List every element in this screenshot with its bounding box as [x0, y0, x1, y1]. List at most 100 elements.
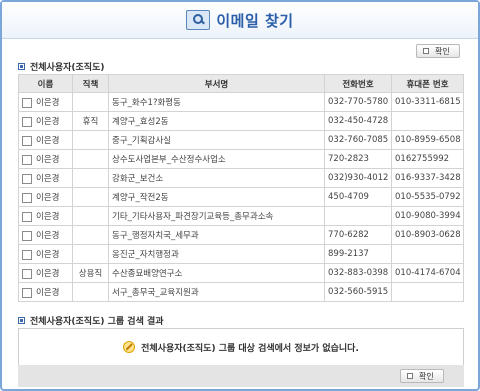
no-result-message-box: 전체사용자(조직도) 그룹 대상 검색에서 정보가 없습니다.: [18, 328, 464, 366]
position-cell: [72, 206, 109, 226]
table-row[interactable]: 이은경 계양구_작전2동 450-4709 010-5535-0792: [18, 187, 464, 207]
mobile-cell: 010-5535-0792: [391, 187, 464, 207]
position-cell: [72, 92, 109, 112]
section-title-users: 전체사용자(조직도): [18, 60, 104, 73]
user-name[interactable]: 이은경: [36, 231, 59, 241]
mobile-cell: 010-8959-6508: [391, 130, 464, 150]
table-row[interactable]: 이은경 동구_행정자치국_세무과 770-6282 010-8903-0628: [18, 225, 464, 245]
col-name-header: 이름: [18, 74, 73, 93]
search-mail-icon: [186, 10, 211, 30]
phone-cell: 032-560-5915: [324, 282, 392, 302]
table-header-row: 이름 직책 부서명 전화번호 휴대폰 번호: [18, 74, 464, 93]
mobile-cell: [391, 282, 464, 302]
mobile-cell: [391, 111, 464, 131]
table-row[interactable]: 이은경 중구_기획감사실 032-760-7085 010-8959-6508: [18, 130, 464, 150]
button-bullet-icon: [423, 48, 429, 54]
row-checkbox[interactable]: [22, 173, 32, 184]
position-cell: [72, 282, 109, 302]
phone-cell: 899-2137: [324, 244, 392, 264]
row-checkbox[interactable]: [22, 230, 32, 241]
user-name[interactable]: 이은경: [36, 269, 59, 279]
dept-cell: 동구_행정자치국_세무과: [108, 225, 325, 245]
row-checkbox[interactable]: [22, 192, 32, 203]
user-name[interactable]: 이은경: [36, 193, 59, 203]
dept-cell: 옹진군_자치행정과: [108, 244, 325, 264]
table-row[interactable]: 이은경 서구_총무국_교육지원과 032-560-5915: [18, 282, 464, 302]
row-checkbox[interactable]: [22, 154, 32, 165]
dept-cell: 수산종묘배양연구소: [108, 263, 325, 283]
row-checkbox[interactable]: [22, 287, 32, 298]
col-phone-header: 전화번호: [324, 74, 392, 93]
dept-cell: 중구_기획감사실: [108, 130, 325, 150]
mobile-cell: 010-9080-3994: [391, 206, 464, 226]
section-bullet-icon: [18, 63, 25, 70]
user-name[interactable]: 이은경: [36, 288, 59, 298]
position-cell: 상용직: [72, 263, 109, 283]
row-checkbox[interactable]: [22, 116, 32, 127]
row-checkbox[interactable]: [22, 249, 32, 260]
confirm-button-label: 확인: [419, 371, 434, 381]
confirm-button-label: 확인: [435, 46, 450, 56]
mobile-cell: [391, 244, 464, 264]
phone-cell: 450-4709: [324, 187, 392, 207]
position-cell: [72, 187, 109, 207]
dept-cell: 계양구_효성2동: [108, 111, 325, 131]
position-cell: [72, 130, 109, 150]
row-checkbox[interactable]: [22, 135, 32, 146]
mobile-cell: 010-4174-6704: [391, 263, 464, 283]
table-row[interactable]: 이은경 기타_기타사용자_파견장기교육등_총무과소속 010-9080-3994: [18, 206, 464, 226]
section-title-text: 전체사용자(조직도): [30, 63, 105, 73]
mobile-cell: 016-9337-3428: [391, 168, 464, 188]
user-name[interactable]: 이은경: [36, 136, 59, 146]
position-cell: 휴직: [72, 111, 109, 131]
phone-cell: 032-883-0398: [324, 263, 392, 283]
user-name[interactable]: 이은경: [36, 117, 59, 127]
confirm-button-top[interactable]: 확인: [416, 44, 460, 58]
dept-cell: 계양구_작전2동: [108, 187, 325, 207]
table-row[interactable]: 이은경 강화군_보건소 032)930-4012 016-9337-3428: [18, 168, 464, 188]
email-search-window: 이메일 찾기 확인 전체사용자(조직도) 이름 직책 부서명 전화번호 휴대폰 …: [0, 0, 480, 391]
footer-bar: [18, 365, 464, 387]
section-title-text: 전체사용자(조직도) 그룹 검색 결과: [30, 317, 164, 327]
table-row[interactable]: 이은경 옹진군_자치행정과 899-2137: [18, 244, 464, 264]
mobile-cell: 010-8903-0628: [391, 225, 464, 245]
user-name[interactable]: 이은경: [36, 174, 59, 184]
phone-cell: 032-450-4728: [324, 111, 392, 131]
table-row[interactable]: 이은경 상용직 수산종묘배양연구소 032-883-0398 010-4174-…: [18, 263, 464, 283]
user-name[interactable]: 이은경: [36, 155, 59, 165]
prohibited-icon: [123, 341, 136, 353]
user-name[interactable]: 이은경: [36, 98, 59, 108]
no-result-message: 전체사용자(조직도) 그룹 대상 검색에서 정보가 없습니다.: [141, 343, 359, 354]
phone-cell: 770-6282: [324, 225, 392, 245]
window-header: 이메일 찾기: [2, 2, 478, 39]
user-name[interactable]: 이은경: [36, 250, 59, 260]
phone-cell: 032-770-5780: [324, 92, 392, 112]
user-table: 이름 직책 부서명 전화번호 휴대폰 번호 이은경 동구_화수1?화평동 032…: [18, 74, 464, 302]
user-name[interactable]: 이은경: [36, 212, 59, 222]
table-row[interactable]: 이은경 동구_화수1?화평동 032-770-5780 010-3311-681…: [18, 92, 464, 112]
position-cell: [72, 149, 109, 169]
button-bullet-icon: [407, 373, 413, 379]
mobile-cell: 0162755992: [391, 149, 464, 169]
section-bullet-icon: [18, 317, 25, 324]
table-row[interactable]: 이은경 상수도사업본부_수산정수사업소 720-2823 0162755992: [18, 149, 464, 169]
row-checkbox[interactable]: [22, 97, 32, 108]
dept-cell: 동구_화수1?화평동: [108, 92, 325, 112]
position-cell: [72, 168, 109, 188]
phone-cell: [324, 206, 392, 226]
dept-cell: 기타_기타사용자_파견장기교육등_총무과소속: [108, 206, 325, 226]
row-checkbox[interactable]: [22, 211, 32, 222]
phone-cell: 720-2823: [324, 149, 392, 169]
dept-cell: 강화군_보건소: [108, 168, 325, 188]
section-title-group-result: 전체사용자(조직도) 그룹 검색 결과: [18, 314, 164, 327]
confirm-button-bottom[interactable]: 확인: [400, 369, 444, 383]
row-checkbox[interactable]: [22, 268, 32, 279]
position-cell: [72, 225, 109, 245]
page-title: 이메일 찾기: [216, 11, 294, 30]
phone-cell: 032-760-7085: [324, 130, 392, 150]
position-cell: [72, 244, 109, 264]
col-position-header: 직책: [72, 74, 109, 93]
dept-cell: 상수도사업본부_수산정수사업소: [108, 149, 325, 169]
col-mobile-header: 휴대폰 번호: [391, 74, 464, 93]
table-row[interactable]: 이은경 휴직 계양구_효성2동 032-450-4728: [18, 111, 464, 131]
